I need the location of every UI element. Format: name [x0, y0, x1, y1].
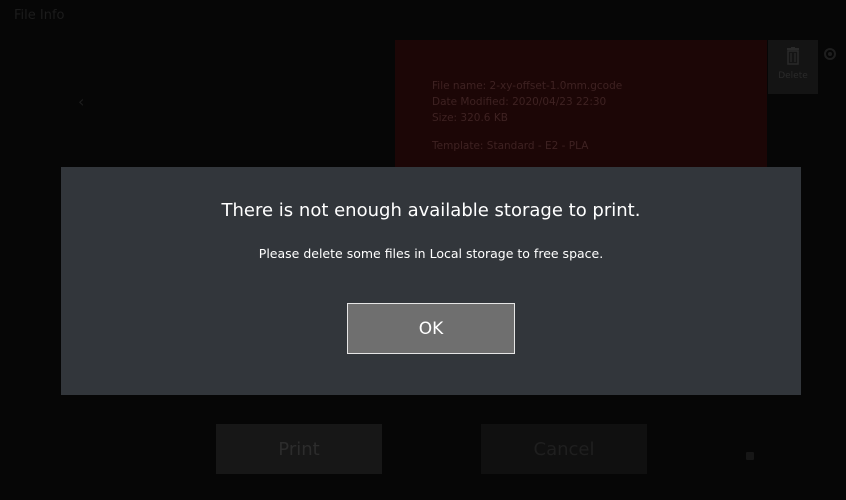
date-modified: Date Modified: 2020/04/23 22:30	[432, 96, 607, 108]
delete-button-label: Delete	[778, 71, 808, 81]
print-button[interactable]: Print	[216, 424, 382, 474]
storage-warning-dialog: There is not enough available storage to…	[61, 167, 801, 395]
status-indicator	[746, 452, 754, 460]
dialog-title: There is not enough available storage to…	[221, 200, 641, 221]
delete-button[interactable]: Delete	[768, 40, 818, 94]
dialog-message: Please delete some files in Local storag…	[258, 246, 604, 261]
trash-icon	[787, 47, 799, 65]
gear-icon[interactable]	[822, 46, 838, 62]
ok-button[interactable]: OK	[347, 303, 515, 354]
file-info-panel: File name: 2-xy-offset-1.0mm.gcode Date …	[395, 40, 767, 168]
file-size: Size: 320.6 KB	[432, 112, 508, 124]
template-info: Template: Standard - E2 - PLA	[432, 140, 589, 152]
printer-screen: File Info ‹ File name: 2-xy-offset-1.0mm…	[0, 0, 846, 500]
cancel-button[interactable]: Cancel	[481, 424, 647, 474]
back-arrow-icon[interactable]: ‹	[78, 92, 84, 111]
screen-title: File Info	[14, 8, 65, 23]
file-info-text: File name: 2-xy-offset-1.0mm.gcode Date …	[432, 78, 622, 154]
file-name: File name: 2-xy-offset-1.0mm.gcode	[432, 80, 623, 92]
